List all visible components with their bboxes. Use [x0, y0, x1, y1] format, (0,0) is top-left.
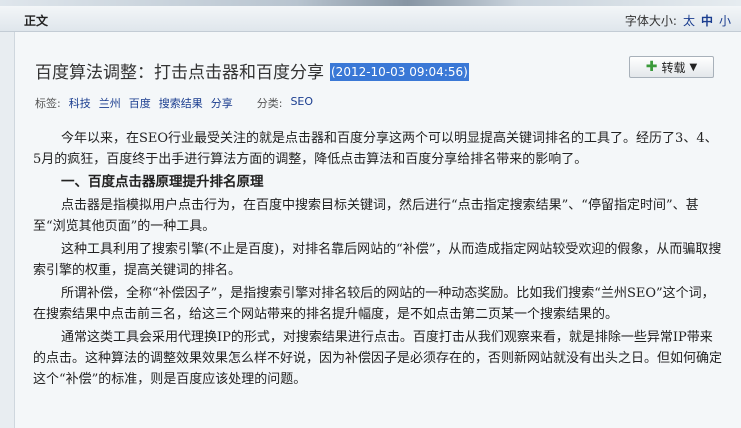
plus-icon: ✚	[645, 59, 658, 75]
category-link[interactable]: SEO	[290, 95, 313, 111]
tag-link[interactable]: 搜索结果	[159, 95, 203, 111]
tag-link[interactable]: 兰州	[99, 95, 121, 111]
font-size-small[interactable]: 小	[719, 12, 731, 29]
tags-label: 标签:	[35, 97, 61, 110]
category-label: 分类:	[256, 97, 283, 110]
repost-button[interactable]: ✚ 转载 ▼	[629, 56, 714, 78]
paragraph: 通常这类工具会采用代理换IP的形式，对搜索结果进行点击。百度打击从我们观察来看，…	[33, 330, 723, 387]
paragraph: 点击器是指模拟用户点击行为，在百度中搜索目标关键词，然后进行“点击指定搜索结果”…	[33, 198, 699, 234]
article-panel: 百度算法调整：打击点击器和百度分享 (2012-10-03 09:04:56) ✚…	[14, 32, 741, 428]
tag-link[interactable]: 科技	[69, 95, 91, 111]
repost-label: 转载	[661, 60, 686, 75]
paragraph: 所谓补偿，全称“补偿因子”，是指搜索引擎对排名较后的网站的一种动态奖励。比如我们…	[33, 286, 715, 322]
paragraph: 今年以来，在SEO行业最受关注的就是点击器和百度分享这两个可以明显提高关键词排名…	[33, 131, 718, 167]
tag-link[interactable]: 百度	[129, 95, 151, 111]
article-content: 今年以来，在SEO行业最受关注的就是点击器和百度分享这两个可以明显提高关键词排名…	[33, 128, 723, 392]
section-heading: 一、百度点击器原理提升排名原理	[61, 174, 264, 190]
paragraph: 这种工具利用了搜索引擎(不止是百度)，对排名靠后网站的“补偿”，从而造成指定网站…	[33, 242, 722, 278]
post-title: 百度算法调整：打击点击器和百度分享	[35, 63, 324, 83]
font-size-large[interactable]: 太	[683, 12, 695, 29]
font-size-control: 字体大小: 太 中 小	[625, 12, 731, 29]
font-size-medium[interactable]: 中	[701, 12, 713, 29]
header-bar: 正文 字体大小: 太 中 小	[0, 6, 741, 32]
tags-row: 标签: 科技 兰州 百度 搜索结果 分享 分类: SEO	[35, 95, 313, 111]
post-date: (2012-10-03 09:04:56)	[330, 63, 469, 81]
section-title: 正文	[24, 14, 49, 28]
chevron-down-icon: ▼	[689, 61, 698, 73]
post-title-row: 百度算法调整：打击点击器和百度分享 (2012-10-03 09:04:56)	[35, 58, 469, 83]
tag-link[interactable]: 分享	[211, 95, 233, 111]
font-size-label: 字体大小:	[624, 14, 677, 28]
